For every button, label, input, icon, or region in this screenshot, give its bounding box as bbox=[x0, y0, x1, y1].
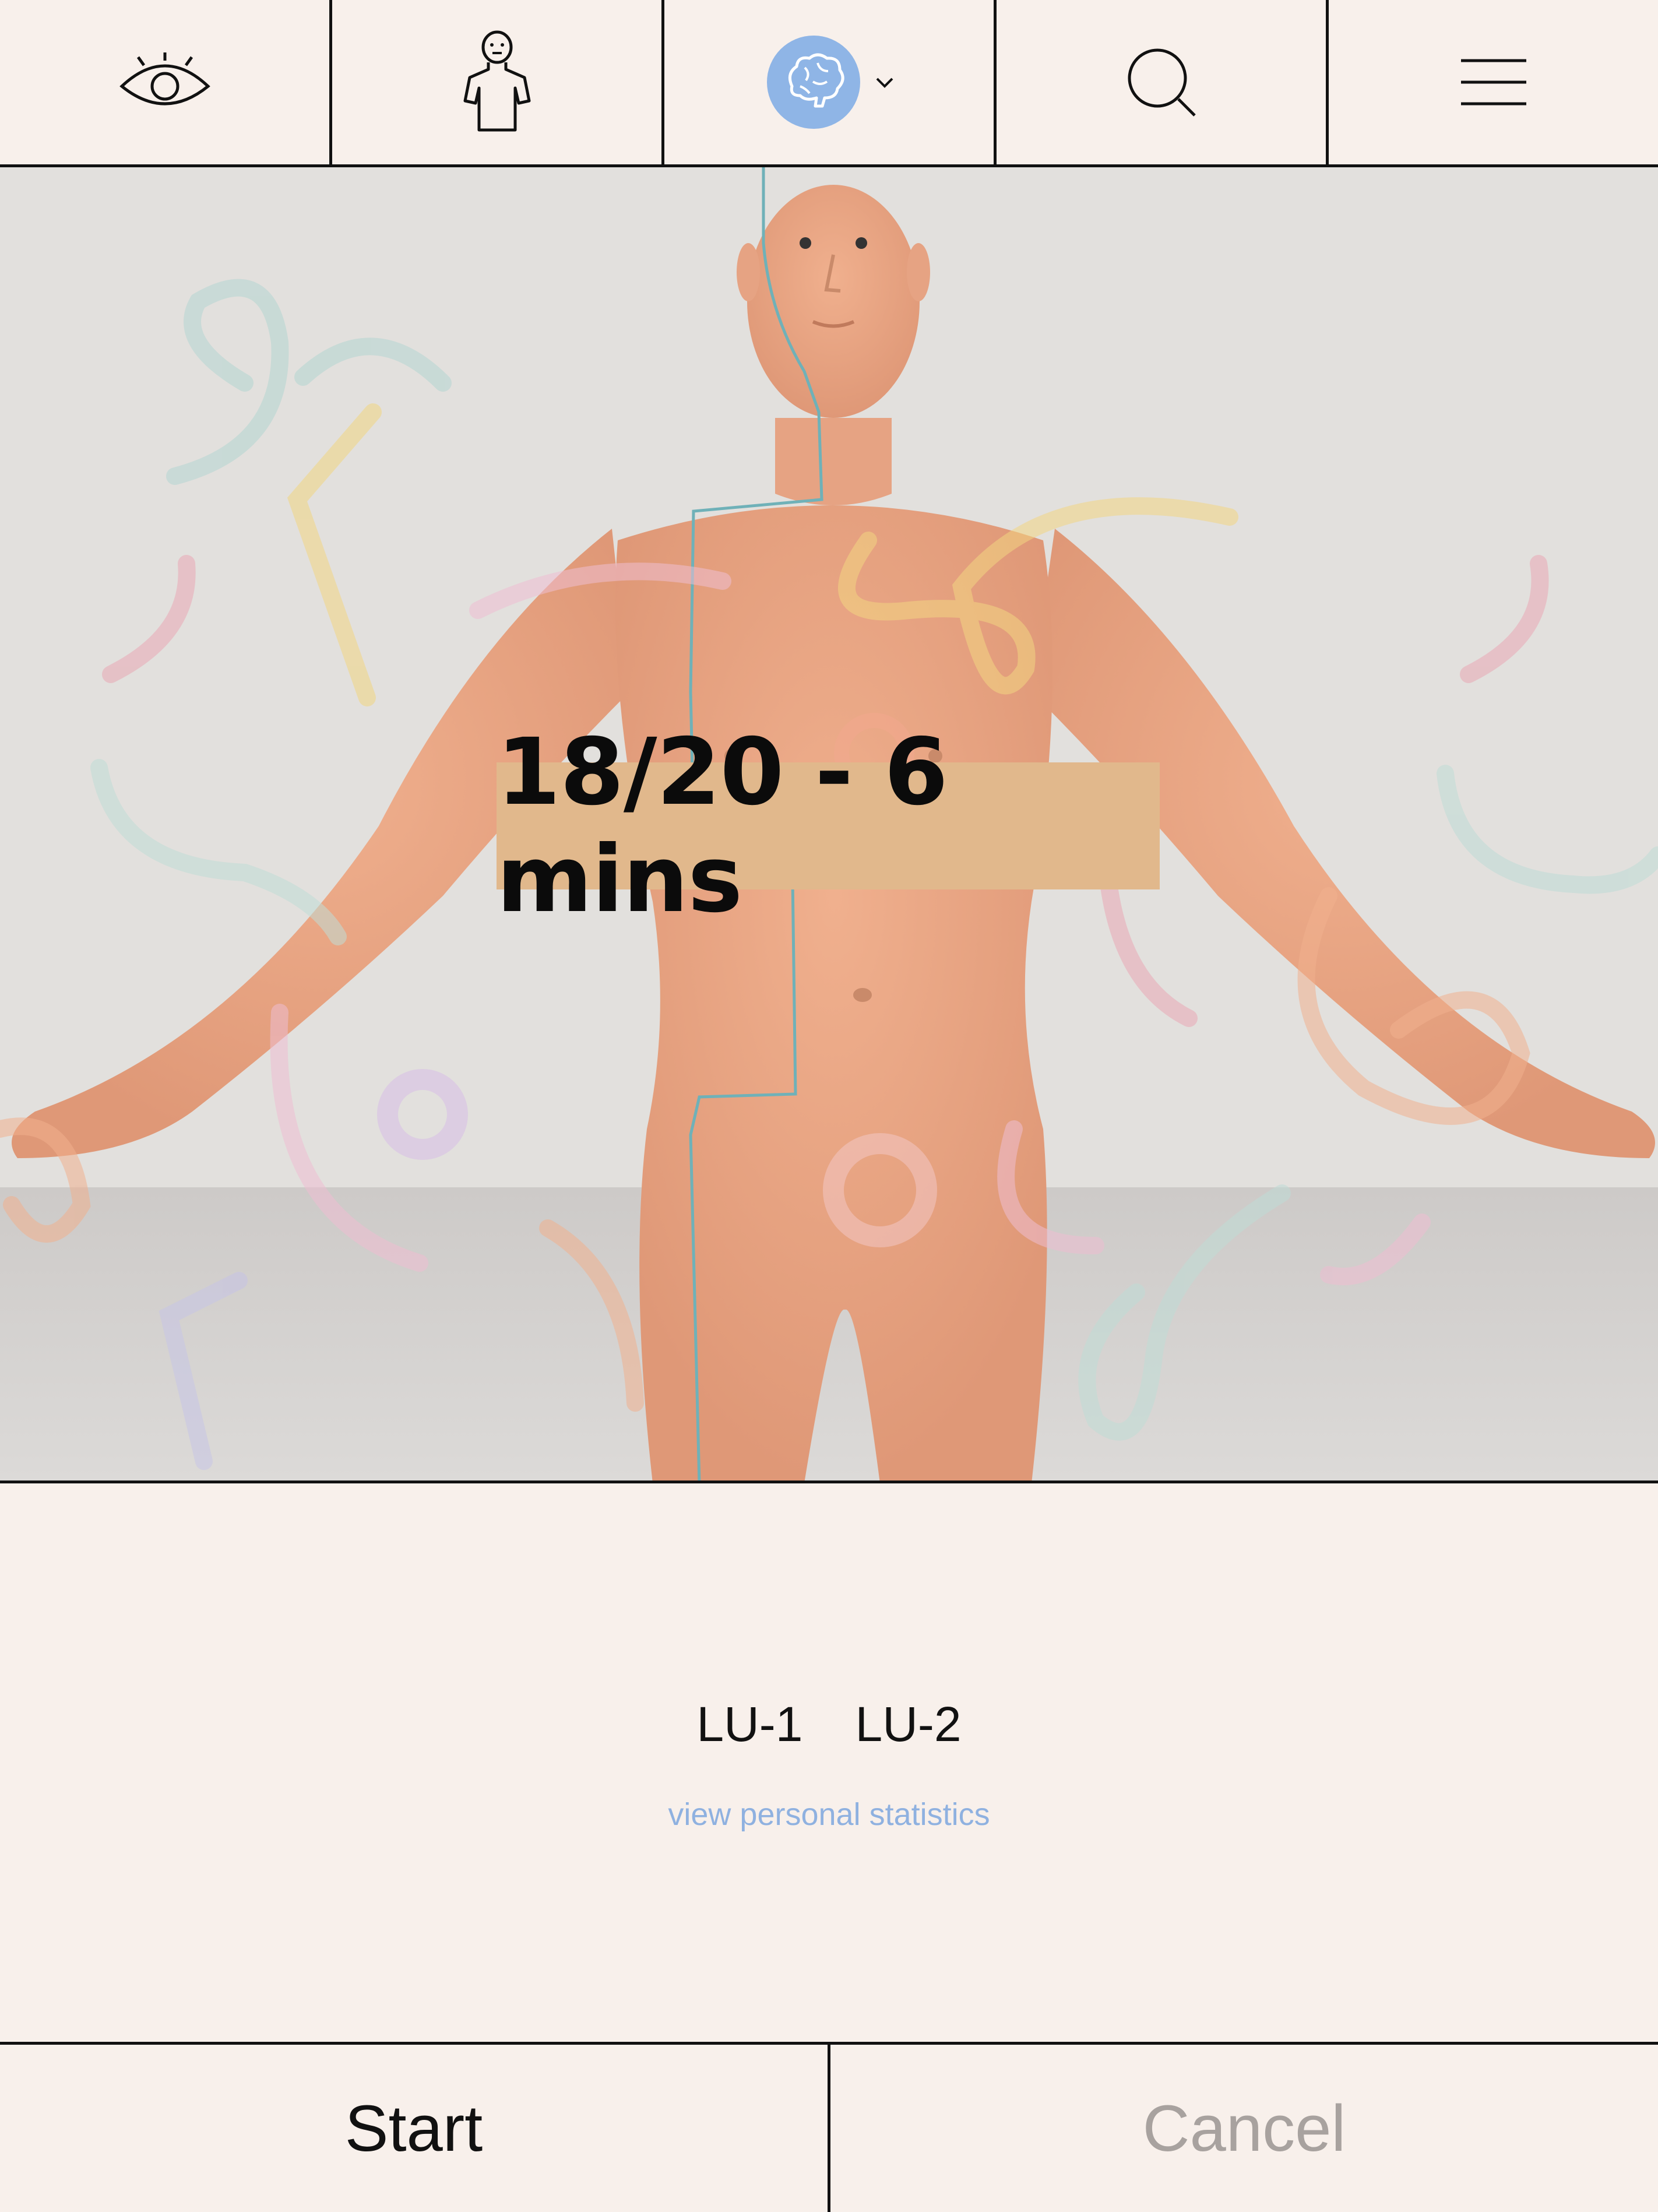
body-model-viewport[interactable]: 18/20 - 6 mins bbox=[0, 167, 1658, 1483]
brain-icon bbox=[764, 33, 863, 132]
point-item[interactable]: LU-1 bbox=[696, 1696, 802, 1753]
body-figure-icon bbox=[459, 30, 535, 135]
session-progress-badge: 18/20 - 6 mins bbox=[497, 719, 1160, 933]
body-model-button[interactable] bbox=[332, 0, 664, 164]
hamburger-menu-icon bbox=[1459, 56, 1529, 108]
start-button[interactable]: Start bbox=[0, 2045, 830, 2212]
view-toggle-button[interactable] bbox=[0, 0, 332, 164]
cancel-button[interactable]: Cancel bbox=[830, 2045, 1658, 2212]
action-bar: Start Cancel bbox=[0, 2042, 1658, 2212]
top-toolbar bbox=[0, 0, 1658, 167]
mode-selector-button[interactable] bbox=[664, 0, 997, 164]
point-item[interactable]: LU-2 bbox=[856, 1696, 962, 1753]
menu-button[interactable] bbox=[1329, 0, 1658, 164]
search-icon bbox=[1124, 44, 1199, 120]
view-statistics-link[interactable]: view personal statistics bbox=[0, 1796, 1658, 1833]
search-button[interactable] bbox=[997, 0, 1329, 164]
chevron-down-icon bbox=[875, 75, 895, 89]
eye-icon bbox=[118, 50, 212, 114]
point-list: LU-1 LU-2 bbox=[0, 1696, 1658, 1753]
